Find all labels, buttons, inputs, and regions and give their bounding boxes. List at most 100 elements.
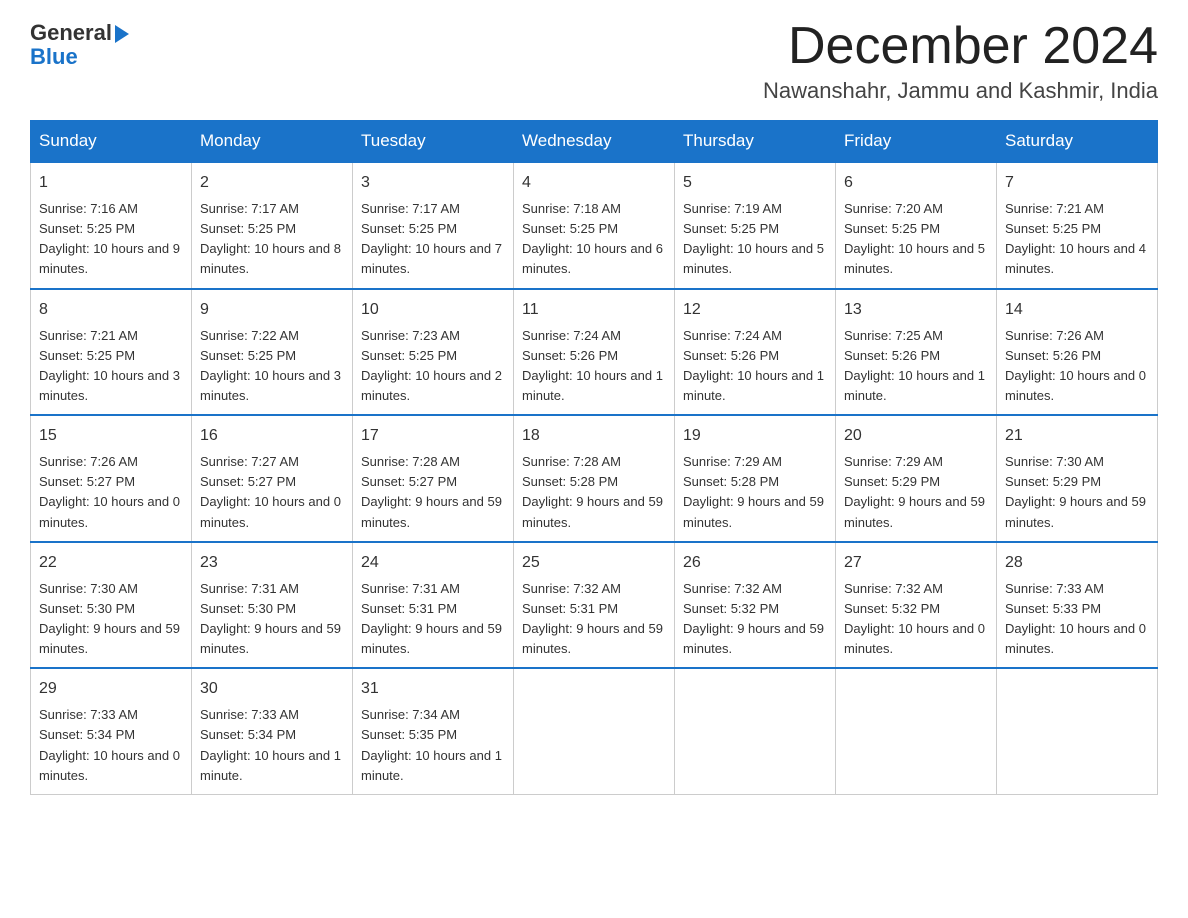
day-number: 5 [683, 171, 827, 195]
logo: General Blue [30, 20, 129, 70]
logo-blue: Blue [30, 44, 78, 70]
day-cell: 12 Sunrise: 7:24 AMSunset: 5:26 PMDaylig… [675, 289, 836, 416]
day-number: 14 [1005, 298, 1149, 322]
day-number: 29 [39, 677, 183, 701]
header-sunday: Sunday [31, 121, 192, 163]
day-info: Sunrise: 7:17 AMSunset: 5:25 PMDaylight:… [361, 199, 505, 280]
day-number: 24 [361, 551, 505, 575]
week-row-4: 22 Sunrise: 7:30 AMSunset: 5:30 PMDaylig… [31, 542, 1158, 669]
day-cell: 24 Sunrise: 7:31 AMSunset: 5:31 PMDaylig… [353, 542, 514, 669]
day-info: Sunrise: 7:27 AMSunset: 5:27 PMDaylight:… [200, 452, 344, 533]
day-number: 1 [39, 171, 183, 195]
header-tuesday: Tuesday [353, 121, 514, 163]
day-cell: 31 Sunrise: 7:34 AMSunset: 5:35 PMDaylig… [353, 668, 514, 794]
day-info: Sunrise: 7:28 AMSunset: 5:27 PMDaylight:… [361, 452, 505, 533]
day-info: Sunrise: 7:29 AMSunset: 5:28 PMDaylight:… [683, 452, 827, 533]
day-cell: 16 Sunrise: 7:27 AMSunset: 5:27 PMDaylig… [192, 415, 353, 542]
day-cell: 29 Sunrise: 7:33 AMSunset: 5:34 PMDaylig… [31, 668, 192, 794]
day-info: Sunrise: 7:24 AMSunset: 5:26 PMDaylight:… [522, 326, 666, 407]
logo-general: General [30, 20, 112, 46]
day-info: Sunrise: 7:34 AMSunset: 5:35 PMDaylight:… [361, 705, 505, 786]
day-number: 20 [844, 424, 988, 448]
day-info: Sunrise: 7:28 AMSunset: 5:28 PMDaylight:… [522, 452, 666, 533]
day-cell: 11 Sunrise: 7:24 AMSunset: 5:26 PMDaylig… [514, 289, 675, 416]
day-number: 23 [200, 551, 344, 575]
day-number: 28 [1005, 551, 1149, 575]
day-cell [675, 668, 836, 794]
day-cell: 21 Sunrise: 7:30 AMSunset: 5:29 PMDaylig… [997, 415, 1158, 542]
day-info: Sunrise: 7:31 AMSunset: 5:31 PMDaylight:… [361, 579, 505, 660]
day-info: Sunrise: 7:26 AMSunset: 5:27 PMDaylight:… [39, 452, 183, 533]
day-info: Sunrise: 7:16 AMSunset: 5:25 PMDaylight:… [39, 199, 183, 280]
day-number: 8 [39, 298, 183, 322]
day-cell: 7 Sunrise: 7:21 AMSunset: 5:25 PMDayligh… [997, 162, 1158, 289]
day-number: 15 [39, 424, 183, 448]
day-cell: 22 Sunrise: 7:30 AMSunset: 5:30 PMDaylig… [31, 542, 192, 669]
day-cell: 5 Sunrise: 7:19 AMSunset: 5:25 PMDayligh… [675, 162, 836, 289]
day-number: 13 [844, 298, 988, 322]
calendar-header-row: SundayMondayTuesdayWednesdayThursdayFrid… [31, 121, 1158, 163]
day-number: 3 [361, 171, 505, 195]
day-info: Sunrise: 7:30 AMSunset: 5:30 PMDaylight:… [39, 579, 183, 660]
day-number: 12 [683, 298, 827, 322]
day-info: Sunrise: 7:32 AMSunset: 5:32 PMDaylight:… [844, 579, 988, 660]
day-info: Sunrise: 7:33 AMSunset: 5:34 PMDaylight:… [200, 705, 344, 786]
month-title: December 2024 [763, 20, 1158, 72]
day-cell: 27 Sunrise: 7:32 AMSunset: 5:32 PMDaylig… [836, 542, 997, 669]
day-info: Sunrise: 7:20 AMSunset: 5:25 PMDaylight:… [844, 199, 988, 280]
day-cell: 13 Sunrise: 7:25 AMSunset: 5:26 PMDaylig… [836, 289, 997, 416]
header-saturday: Saturday [997, 121, 1158, 163]
day-number: 19 [683, 424, 827, 448]
day-number: 2 [200, 171, 344, 195]
day-info: Sunrise: 7:23 AMSunset: 5:25 PMDaylight:… [361, 326, 505, 407]
day-number: 4 [522, 171, 666, 195]
day-info: Sunrise: 7:17 AMSunset: 5:25 PMDaylight:… [200, 199, 344, 280]
day-info: Sunrise: 7:25 AMSunset: 5:26 PMDaylight:… [844, 326, 988, 407]
day-cell: 23 Sunrise: 7:31 AMSunset: 5:30 PMDaylig… [192, 542, 353, 669]
day-info: Sunrise: 7:19 AMSunset: 5:25 PMDaylight:… [683, 199, 827, 280]
day-cell: 9 Sunrise: 7:22 AMSunset: 5:25 PMDayligh… [192, 289, 353, 416]
day-info: Sunrise: 7:33 AMSunset: 5:34 PMDaylight:… [39, 705, 183, 786]
location-title: Nawanshahr, Jammu and Kashmir, India [763, 78, 1158, 104]
day-info: Sunrise: 7:26 AMSunset: 5:26 PMDaylight:… [1005, 326, 1149, 407]
week-row-2: 8 Sunrise: 7:21 AMSunset: 5:25 PMDayligh… [31, 289, 1158, 416]
day-cell [836, 668, 997, 794]
day-cell: 30 Sunrise: 7:33 AMSunset: 5:34 PMDaylig… [192, 668, 353, 794]
day-cell [514, 668, 675, 794]
day-cell: 25 Sunrise: 7:32 AMSunset: 5:31 PMDaylig… [514, 542, 675, 669]
day-number: 7 [1005, 171, 1149, 195]
day-number: 11 [522, 298, 666, 322]
week-row-5: 29 Sunrise: 7:33 AMSunset: 5:34 PMDaylig… [31, 668, 1158, 794]
day-number: 10 [361, 298, 505, 322]
day-cell: 1 Sunrise: 7:16 AMSunset: 5:25 PMDayligh… [31, 162, 192, 289]
calendar-table: SundayMondayTuesdayWednesdayThursdayFrid… [30, 120, 1158, 795]
header-monday: Monday [192, 121, 353, 163]
title-area: December 2024 Nawanshahr, Jammu and Kash… [763, 20, 1158, 104]
day-info: Sunrise: 7:21 AMSunset: 5:25 PMDaylight:… [1005, 199, 1149, 280]
day-number: 9 [200, 298, 344, 322]
day-cell: 2 Sunrise: 7:17 AMSunset: 5:25 PMDayligh… [192, 162, 353, 289]
day-cell: 6 Sunrise: 7:20 AMSunset: 5:25 PMDayligh… [836, 162, 997, 289]
day-number: 6 [844, 171, 988, 195]
day-cell: 10 Sunrise: 7:23 AMSunset: 5:25 PMDaylig… [353, 289, 514, 416]
day-cell: 15 Sunrise: 7:26 AMSunset: 5:27 PMDaylig… [31, 415, 192, 542]
day-info: Sunrise: 7:30 AMSunset: 5:29 PMDaylight:… [1005, 452, 1149, 533]
day-info: Sunrise: 7:22 AMSunset: 5:25 PMDaylight:… [200, 326, 344, 407]
day-info: Sunrise: 7:33 AMSunset: 5:33 PMDaylight:… [1005, 579, 1149, 660]
day-info: Sunrise: 7:18 AMSunset: 5:25 PMDaylight:… [522, 199, 666, 280]
day-number: 27 [844, 551, 988, 575]
day-cell: 19 Sunrise: 7:29 AMSunset: 5:28 PMDaylig… [675, 415, 836, 542]
day-cell: 4 Sunrise: 7:18 AMSunset: 5:25 PMDayligh… [514, 162, 675, 289]
day-cell: 28 Sunrise: 7:33 AMSunset: 5:33 PMDaylig… [997, 542, 1158, 669]
day-cell [997, 668, 1158, 794]
day-number: 26 [683, 551, 827, 575]
week-row-3: 15 Sunrise: 7:26 AMSunset: 5:27 PMDaylig… [31, 415, 1158, 542]
day-cell: 20 Sunrise: 7:29 AMSunset: 5:29 PMDaylig… [836, 415, 997, 542]
day-info: Sunrise: 7:31 AMSunset: 5:30 PMDaylight:… [200, 579, 344, 660]
header: General Blue December 2024 Nawanshahr, J… [30, 20, 1158, 104]
day-info: Sunrise: 7:32 AMSunset: 5:32 PMDaylight:… [683, 579, 827, 660]
day-cell: 26 Sunrise: 7:32 AMSunset: 5:32 PMDaylig… [675, 542, 836, 669]
day-number: 31 [361, 677, 505, 701]
day-number: 22 [39, 551, 183, 575]
day-info: Sunrise: 7:21 AMSunset: 5:25 PMDaylight:… [39, 326, 183, 407]
